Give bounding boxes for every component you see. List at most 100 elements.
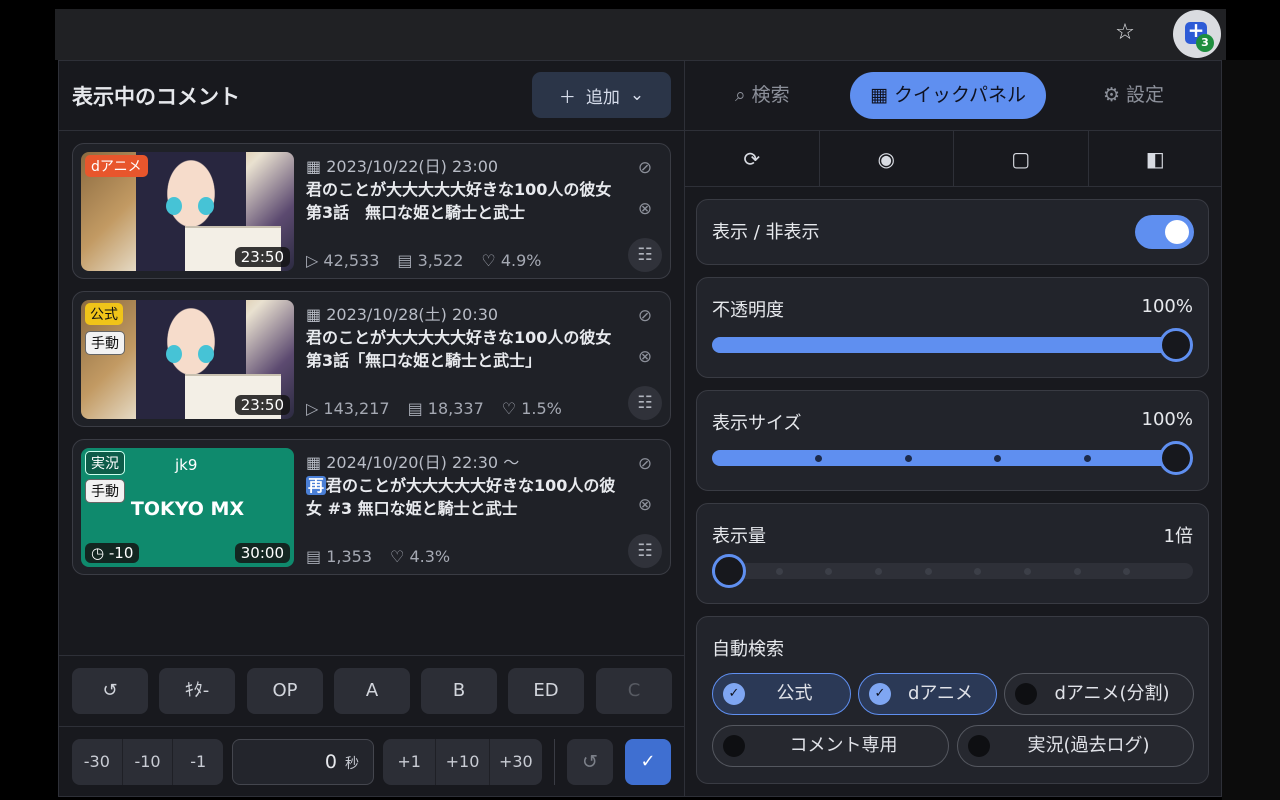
comment-list-pane: 表示中のコメント ＋ 追加 ⌄ dアニメ 23:50 ▦ 2023/10/22(… <box>59 61 685 796</box>
comment-card[interactable]: dアニメ 23:50 ▦ 2023/10/22(日) 23:00 君のことが大大… <box>72 143 671 279</box>
seek-minus-1-button[interactable]: -1 <box>173 739 223 785</box>
auto-search-label: 自動検索 <box>712 639 784 660</box>
air-date: ▦ 2023/10/28(土) 20:30 <box>306 305 499 324</box>
offset-row: -30 -10 -1 0秒 +1 +10 +30 ↺ ✓ <box>59 727 684 796</box>
radio-icon <box>723 735 745 757</box>
amount-knob[interactable] <box>712 554 746 588</box>
jump-c-button[interactable]: C <box>596 668 672 714</box>
comment-card[interactable]: 実況 手動 jk9 TOKYO MX ◷ -10 30:00 ▦ 2024/10… <box>72 439 671 575</box>
slider-tick <box>1073 568 1081 575</box>
sidebar-collapse-icon[interactable]: ◧ <box>1089 131 1223 186</box>
tab-search[interactable]: ⌕ 検索 <box>735 72 790 119</box>
slider-tick <box>904 455 912 462</box>
tab-settings[interactable]: ⚙ 設定 <box>1103 72 1164 119</box>
visibility-label: 表示 / 非表示 <box>712 222 820 243</box>
opacity-label: 不透明度 <box>712 300 784 321</box>
seek-plus-group: +1 +10 +30 <box>383 739 542 785</box>
plus-icon: ＋ <box>558 87 576 108</box>
undo-icon[interactable]: ↺ <box>567 739 613 785</box>
tab-quick-panel[interactable]: ▦ クイックパネル <box>850 72 1047 119</box>
station-name: TOKYO MX <box>130 498 245 520</box>
air-date: ▦ 2023/10/22(日) 23:00 <box>306 157 499 176</box>
jump-kita-button[interactable]: ｷﾀ- <box>159 668 235 714</box>
offset-seconds-input[interactable]: 0秒 <box>232 739 374 785</box>
amount-label: 表示量 <box>712 526 766 547</box>
extension-button[interactable]: 3 <box>1173 10 1221 58</box>
chip-danime[interactable]: ✓ dアニメ <box>858 673 997 715</box>
check-icon[interactable]: ✓ <box>625 739 671 785</box>
slider-tick <box>825 568 833 575</box>
slider-tick <box>775 568 783 575</box>
add-button[interactable]: ＋ 追加 ⌄ <box>532 72 671 118</box>
chip-comment-only[interactable]: コメント専用 <box>712 725 949 767</box>
visibility-toggle[interactable] <box>1135 215 1194 249</box>
comments-stat: ▤ 3,522 <box>397 251 464 270</box>
rerun-badge: 再 <box>306 476 327 495</box>
amount-slider[interactable] <box>712 554 1193 588</box>
refresh-icon[interactable]: ⟳ <box>685 131 820 186</box>
episode-title: 再君のことが大大大大大好きな100人の彼女 #3 無口な姫と騎士と武士 <box>306 476 616 518</box>
opacity-slider[interactable] <box>712 328 1193 362</box>
check-icon: ✓ <box>723 683 745 705</box>
slider-tick <box>1083 455 1091 462</box>
size-value: 100% <box>1141 409 1193 430</box>
add-button-label: 追加 <box>585 87 620 108</box>
seek-minus-30-button[interactable]: -30 <box>72 739 123 785</box>
jump-ed-button[interactable]: ED <box>508 668 584 714</box>
jump-b-button[interactable]: B <box>421 668 497 714</box>
bookmark-star-icon[interactable]: ☆ <box>1113 21 1137 45</box>
badge-danime: dアニメ <box>85 155 148 177</box>
comment-card[interactable]: 公式 手動 23:50 ▦ 2023/10/28(土) 20:30 君のことが大… <box>72 291 671 427</box>
divider <box>554 739 555 785</box>
episode-title: 君のことが大大大大大好きな100人の彼女 第3話「無口な姫と騎士と武士」 <box>306 328 612 370</box>
views-stat: ▷ 143,217 <box>306 399 390 418</box>
size-box: 表示サイズ 100% <box>696 390 1209 491</box>
quick-panel-pane: ⌕ 検索 ▦ クイックパネル ⚙ 設定 ⟳ ◉ ▢ ◧ 表示 / 非表示 不透明度 1… <box>685 61 1222 796</box>
views-stat: ▷ 42,533 <box>306 251 380 270</box>
tune-icon[interactable]: ☷ <box>628 534 662 568</box>
seek-plus-1-button[interactable]: +1 <box>383 739 437 785</box>
tune-icon[interactable]: ☷ <box>628 238 662 272</box>
seek-plus-10-button[interactable]: +10 <box>436 739 490 785</box>
extension-popup: 表示中のコメント ＋ 追加 ⌄ dアニメ 23:50 ▦ 2023/10/22(… <box>58 60 1222 797</box>
size-label: 表示サイズ <box>712 413 802 434</box>
extension-badge: 3 <box>1196 34 1214 52</box>
chip-live-archive[interactable]: 実況(過去ログ) <box>957 725 1194 767</box>
hide-eye-icon[interactable]: ⊘ <box>633 156 657 180</box>
camera-icon[interactable]: ◉ <box>820 131 954 186</box>
offset-label: ◷ -10 <box>85 543 140 563</box>
visibility-box: 表示 / 非表示 <box>696 199 1209 265</box>
badge-manual: 手動 <box>85 331 125 355</box>
browser-toolbar <box>55 9 1226 60</box>
chevron-down-icon: ⌄ <box>629 85 645 105</box>
jump-op-button[interactable]: OP <box>247 668 323 714</box>
size-knob[interactable] <box>1159 441 1193 475</box>
clipboard-icon[interactable]: ▢ <box>954 131 1089 186</box>
reset-icon[interactable]: ↺ <box>72 668 148 714</box>
chip-danime-split[interactable]: dアニメ(分割) <box>1004 673 1194 715</box>
hide-eye-icon[interactable]: ⊘ <box>633 452 657 476</box>
jump-button-row: ↺ ｷﾀ- OP A B ED C <box>59 655 684 727</box>
link-icon[interactable]: ⊗ <box>633 493 657 517</box>
slider-tick <box>1123 568 1131 575</box>
link-icon[interactable]: ⊗ <box>633 345 657 369</box>
gear-icon: ⚙ <box>1103 84 1121 106</box>
chip-official[interactable]: ✓ 公式 <box>712 673 851 715</box>
jump-a-button[interactable]: A <box>334 668 410 714</box>
link-icon[interactable]: ⊗ <box>633 197 657 221</box>
seek-minus-10-button[interactable]: -10 <box>123 739 174 785</box>
size-slider[interactable] <box>712 441 1193 475</box>
slider-tick <box>875 568 882 575</box>
amount-box: 表示量 1倍 <box>696 503 1209 604</box>
card-stats: ▤ 1,353 ♡ 4.3% <box>306 547 450 566</box>
amount-value: 1倍 <box>1163 526 1193 547</box>
opacity-box: 不透明度 100% <box>696 277 1209 378</box>
thumbnail: 実況 手動 jk9 TOKYO MX ◷ -10 30:00 <box>81 448 294 567</box>
opacity-knob[interactable] <box>1159 328 1193 362</box>
tune-icon[interactable]: ☷ <box>628 386 662 420</box>
card-stats: ▷ 143,217 ▤ 18,337 ♡ 1.5% <box>306 399 562 418</box>
seek-plus-30-button[interactable]: +30 <box>490 739 542 785</box>
duration-label: 23:50 <box>234 395 290 415</box>
hide-eye-icon[interactable]: ⊘ <box>633 304 657 328</box>
badge-official: 公式 <box>85 303 123 325</box>
